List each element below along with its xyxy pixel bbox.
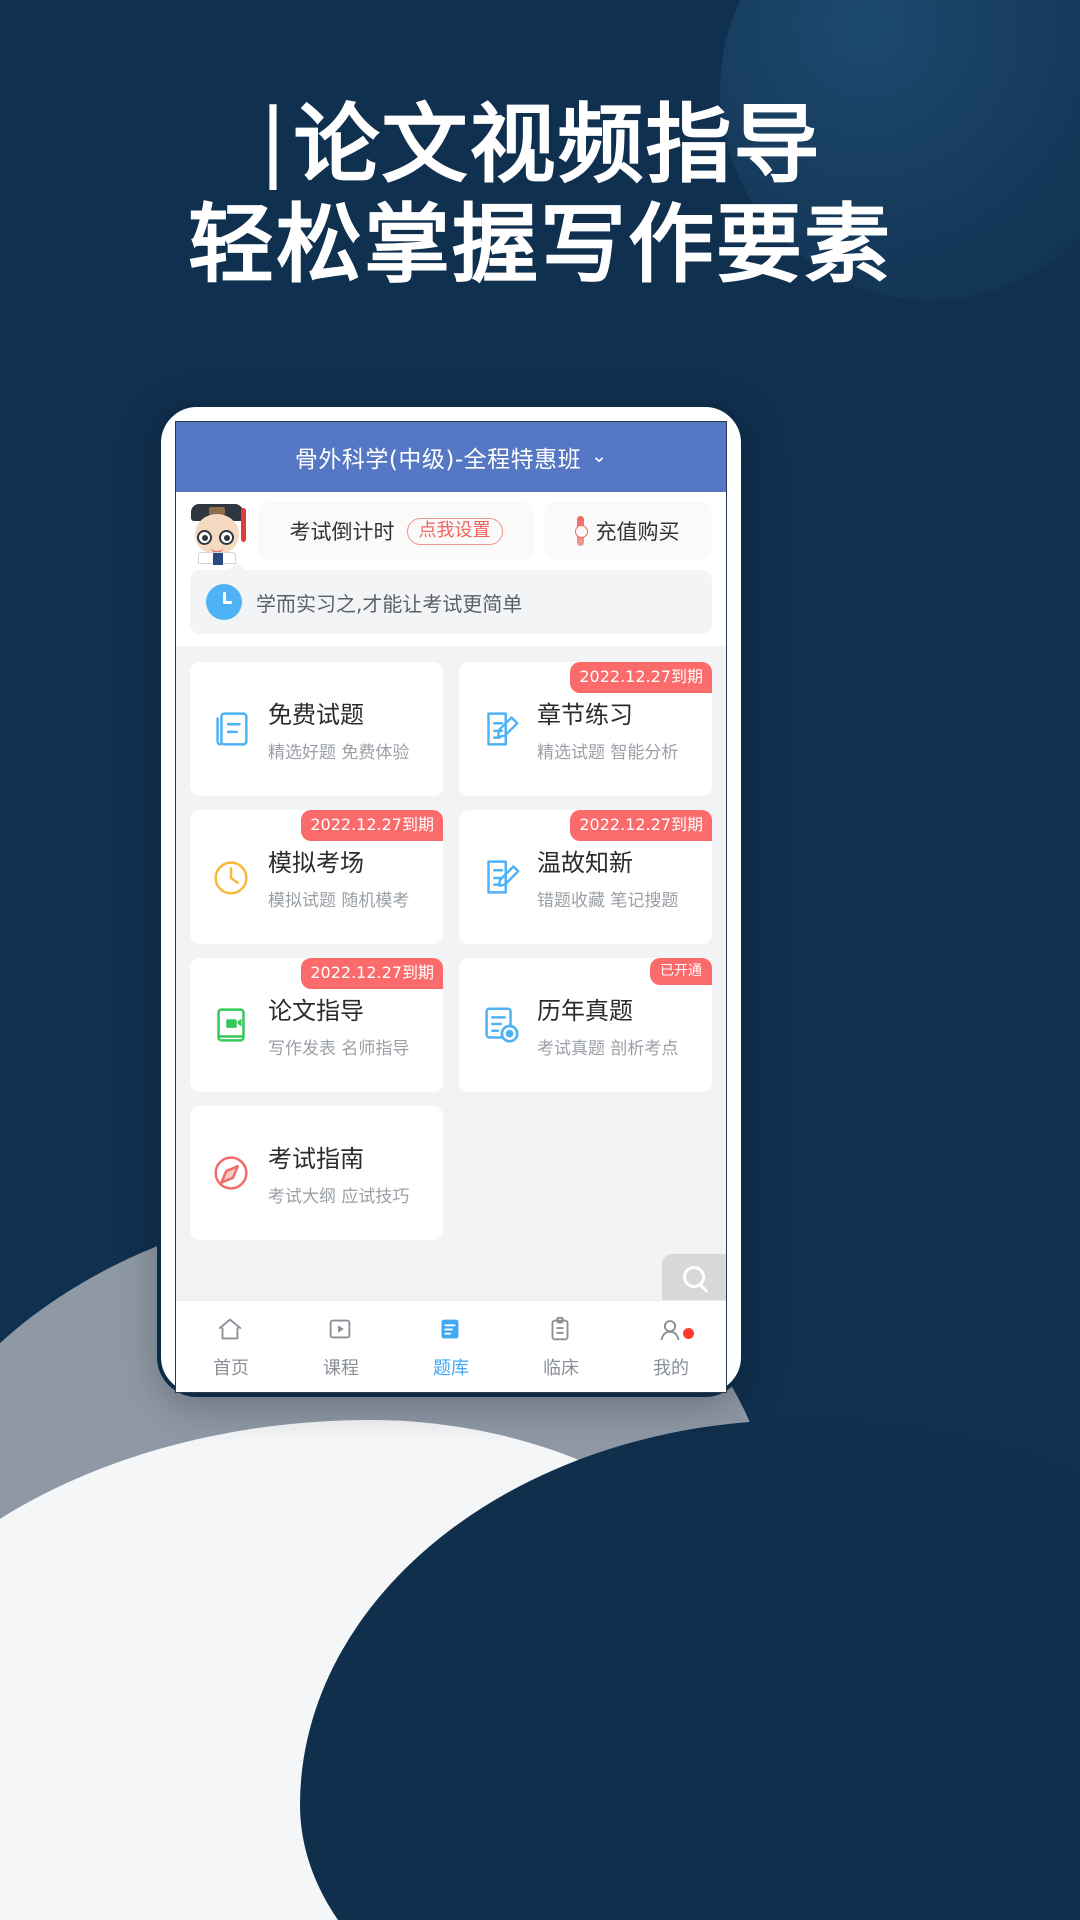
card-title: 历年真题 (537, 997, 633, 1025)
card-expiry-badge: 2022.12.27到期 (570, 810, 712, 841)
card-subtitle: 模拟试题 随机模考 (268, 891, 410, 911)
tab-题库[interactable]: 题库 (396, 1314, 506, 1380)
card-subtitle: 错题收藏 笔记搜题 (537, 891, 679, 911)
document-pencil-icon (477, 706, 523, 752)
headline-accent-bar: | (258, 91, 290, 191)
card-title: 论文指导 (268, 997, 364, 1025)
notice-banner[interactable]: 学而实习之,才能让考试更简单 (190, 562, 712, 634)
card-expiry-badge: 2022.12.27到期 (301, 810, 443, 841)
feature-card[interactable]: 2022.12.27到期 论文指导 写作发表 名师指导 (190, 958, 443, 1092)
recharge-purchase-label: 充值购买 (595, 520, 680, 544)
tab-我的[interactable]: 我的 (616, 1314, 726, 1380)
tab-label: 首页 (213, 1357, 249, 1379)
app-screen: 骨外科学(中级)-全程特惠班 ⌄ 考试倒计时 点我设置 充值购买 学而实习之,才… (175, 421, 727, 1393)
book-video-icon (208, 1002, 254, 1048)
tab-label: 课程 (323, 1357, 359, 1379)
clock-icon (206, 584, 242, 620)
countdown-row: 考试倒计时 点我设置 充值购买 (176, 492, 726, 568)
home-icon (214, 1314, 248, 1346)
feature-card[interactable]: 2022.12.27到期 温故知新 错题收藏 笔记搜题 (459, 810, 712, 944)
poster-headline: |论文视频指导 轻松掌握写作要素 (0, 91, 1080, 296)
exam-countdown-label: 考试倒计时 (289, 520, 395, 544)
app-titlebar[interactable]: 骨外科学(中级)-全程特惠班 ⌄ (176, 422, 726, 492)
card-expiry-badge: 已开通 (650, 958, 712, 985)
tab-label: 临床 (543, 1357, 579, 1379)
document-lines-icon (208, 706, 254, 752)
cap-tassel-icon (241, 508, 246, 542)
card-title: 模拟考场 (268, 849, 364, 877)
bottom-tab-bar: 首页 课程 题库 临床 我的 (176, 1300, 726, 1392)
card-title: 考试指南 (268, 1145, 364, 1173)
play-box-icon (324, 1314, 358, 1346)
tab-首页[interactable]: 首页 (176, 1314, 286, 1380)
headline-line-2: 轻松掌握写作要素 (188, 194, 892, 295)
exam-countdown-button[interactable]: 考试倒计时 点我设置 (258, 502, 534, 560)
feature-card[interactable]: 考试指南 考试大纲 应试技巧 (190, 1106, 443, 1240)
notice-text: 学而实习之,才能让考试更简单 (256, 591, 523, 616)
compass-icon (208, 1150, 254, 1196)
phone-mockup: 骨外科学(中级)-全程特惠班 ⌄ 考试倒计时 点我设置 充值购买 学而实习之,才… (157, 403, 745, 1397)
card-text: 考试指南 考试大纲 应试技巧 (268, 1139, 409, 1207)
search-icon (683, 1266, 705, 1288)
chevron-down-icon[interactable]: ⌄ (591, 445, 607, 467)
note-pencil-icon (477, 854, 523, 900)
clock-outline-icon (208, 854, 254, 900)
feature-card[interactable]: 2022.12.27到期 模拟考场 模拟试题 随机模考 (190, 810, 443, 944)
card-text: 模拟考场 模拟试题 随机模考 (268, 843, 409, 911)
avatar-eye-right (219, 530, 234, 545)
card-title: 温故知新 (537, 849, 633, 877)
question-bank-icon (434, 1314, 468, 1346)
ticket-icon (574, 516, 588, 546)
card-text: 章节练习 精选试题 智能分析 (537, 695, 678, 763)
card-subtitle: 写作发表 名师指导 (268, 1039, 410, 1059)
notification-dot (683, 1327, 694, 1339)
tab-课程[interactable]: 课程 (286, 1314, 396, 1380)
tab-临床[interactable]: 临床 (506, 1314, 616, 1380)
card-text: 论文指导 写作发表 名师指导 (268, 991, 409, 1059)
card-text: 历年真题 考试真题 剖析考点 (537, 991, 678, 1059)
avatar (186, 500, 248, 565)
clipboard-icon (544, 1314, 578, 1346)
card-expiry-badge: 2022.12.27到期 (301, 958, 443, 989)
paper-stamp-icon (477, 1002, 523, 1048)
set-countdown-badge[interactable]: 点我设置 (406, 517, 503, 545)
tab-label: 我的 (653, 1357, 689, 1379)
card-subtitle: 精选好题 免费体验 (268, 743, 410, 763)
card-subtitle: 精选试题 智能分析 (537, 743, 679, 763)
feature-card[interactable]: 已开通 历年真题 考试真题 剖析考点 (459, 958, 712, 1092)
course-title: 骨外科学(中级)-全程特惠班 (294, 447, 582, 473)
avatar-eye-left (197, 530, 212, 545)
feature-grid: 免费试题 精选好题 免费体验 2022.12.27到期 章节练习 精选试题 智能… (176, 646, 726, 1300)
feature-card[interactable]: 2022.12.27到期 章节练习 精选试题 智能分析 (459, 662, 712, 796)
card-expiry-badge: 2022.12.27到期 (570, 662, 712, 693)
feature-card[interactable]: 免费试题 精选好题 免费体验 (190, 662, 443, 796)
card-title: 章节练习 (537, 701, 633, 729)
headline-line-1: |论文视频指导 (0, 91, 1080, 196)
card-text: 温故知新 错题收藏 笔记搜题 (537, 843, 678, 911)
tab-label: 题库 (433, 1357, 469, 1379)
card-subtitle: 考试大纲 应试技巧 (268, 1187, 410, 1207)
card-subtitle: 考试真题 剖析考点 (537, 1039, 679, 1059)
recharge-purchase-button[interactable]: 充值购买 (544, 502, 712, 560)
card-text: 免费试题 精选好题 免费体验 (268, 695, 409, 763)
search-fab-button[interactable] (662, 1254, 726, 1300)
card-title: 免费试题 (268, 701, 364, 729)
headline-line-1-text: 论文视频指导 (293, 95, 822, 195)
